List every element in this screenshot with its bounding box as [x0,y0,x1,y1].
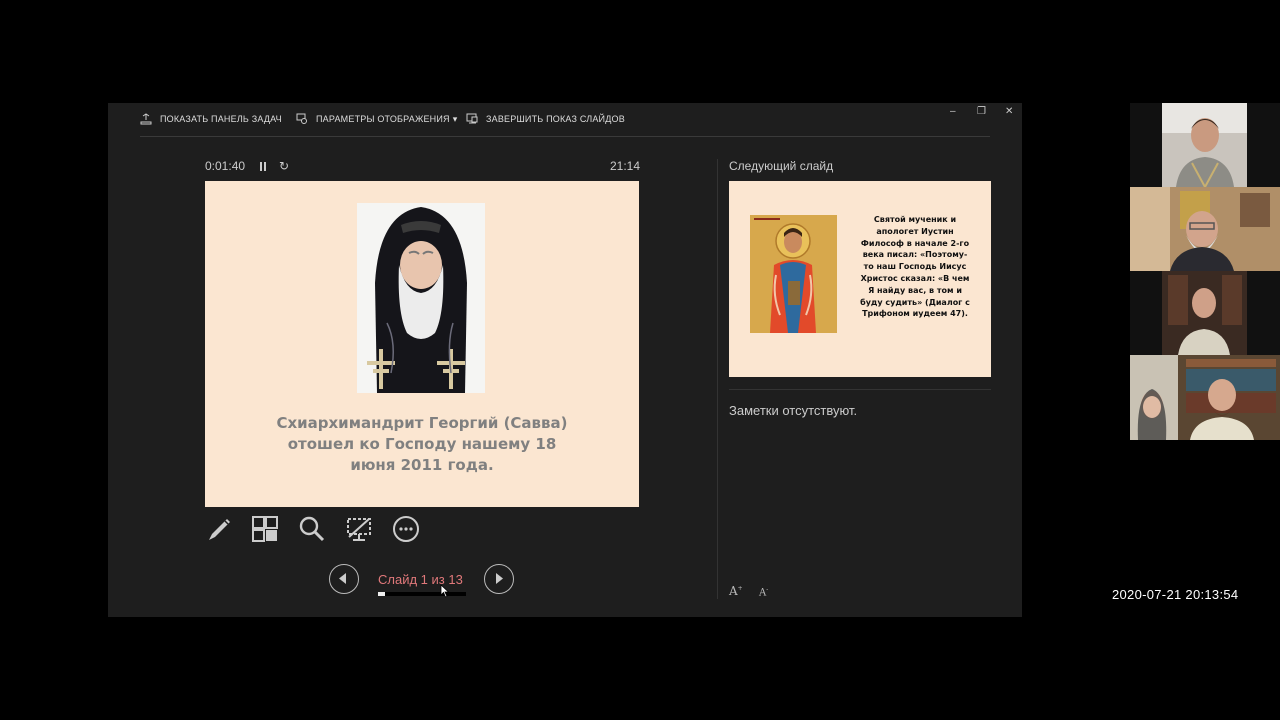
slide-caption: Схиархимандрит Георгий (Савва) отошел ко… [245,413,599,476]
pane-divider[interactable] [717,159,718,599]
saint-icon-image [750,215,837,333]
participant-video-tile[interactable] [1130,187,1280,271]
next-slide-text: Святой мученик и апологет Иустин Философ… [851,214,979,320]
monk-portrait-image [357,203,485,393]
slide-progress-bar [378,592,466,596]
pause-icon[interactable] [260,162,266,171]
next-slide-button[interactable] [484,564,514,594]
next-slide-text-line: Философ в начале 2-го [860,238,970,248]
toolbar-divider [140,136,990,137]
next-slide-text-line: апологет Иустин [876,226,954,236]
slide-counter[interactable]: Слайд 1 из 13 [378,572,463,587]
more-options-icon[interactable] [392,515,420,543]
taskbar-icon [140,113,152,125]
next-slide-text-line: века писал: «Поэтому- [862,250,968,260]
presenter-toolbar: ПОКАЗАТЬ ПАНЕЛЬ ЗАДАЧ ПАРАМЕТРЫ ОТОБРАЖЕ… [108,103,1022,137]
slide-caption-line: отошел ко Господу нашему 18 [287,435,557,453]
next-slide-text-line: Христос сказал: «В чем [860,273,970,283]
screen-off-icon[interactable] [345,515,373,543]
next-slide-text-line: Я найду вас, в том и [868,285,962,295]
increase-font-icon: A [729,584,738,598]
recording-timestamp: 2020-07-21 20:13:54 [1112,587,1239,602]
display-settings-label: ПАРАМЕТРЫ ОТОБРАЖЕНИЯ [316,114,450,124]
close-button[interactable]: ✕ [1005,106,1014,117]
show-taskbar-label: ПОКАЗАТЬ ПАНЕЛЬ ЗАДАЧ [160,114,282,124]
display-settings-icon [296,113,307,124]
decrease-font-button[interactable]: A- [759,586,768,598]
all-slides-icon[interactable] [251,515,279,543]
participant-video-tile[interactable] [1162,271,1247,355]
next-slide-text-line: буду судить» (Диалог с [860,297,970,307]
elapsed-timer: 0:01:40 [205,159,246,173]
mouse-cursor-icon [440,584,450,598]
minimize-button[interactable]: – [950,106,956,117]
zoom-icon[interactable] [298,515,326,543]
pen-icon[interactable] [205,515,233,543]
notes-divider [729,389,991,390]
end-slideshow-button[interactable]: ЗАВЕРШИТЬ ПОКАЗ СЛАЙДОВ [466,113,625,125]
participant-video-image [1130,187,1280,271]
slide-progress-fill [378,592,385,596]
previous-slide-button[interactable] [329,564,359,594]
display-settings-button[interactable]: ПАРАМЕТРЫ ОТОБРАЖЕНИЯ ▾ [296,113,457,125]
restore-button[interactable]: ❐ [977,106,986,117]
video-participants-panel [1130,103,1280,440]
reset-timer-icon[interactable]: ↻ [279,159,289,173]
participant-video-tile[interactable] [1162,103,1247,187]
next-slide-text-line: Трифоном иудеем 47). [862,309,968,319]
end-slideshow-icon [466,113,478,124]
slide-caption-line: июня 2011 года. [350,456,494,474]
arrow-right-icon [496,573,503,584]
next-slide-label: Следующий слайд [729,159,834,173]
show-taskbar-button[interactable]: ПОКАЗАТЬ ПАНЕЛЬ ЗАДАЧ [140,113,282,125]
arrow-left-icon [339,573,346,584]
presenter-view: ПОКАЗАТЬ ПАНЕЛЬ ЗАДАЧ ПАРАМЕТРЫ ОТОБРАЖЕ… [108,103,1022,617]
chevron-down-icon: ▾ [452,113,458,124]
speaker-notes[interactable]: Заметки отсутствуют. [729,403,857,418]
slide-caption-line: Схиархимандрит Георгий (Савва) [276,414,568,432]
increase-font-button[interactable]: A+ [729,584,743,598]
next-slide-text-line: то наш Господь Иисус [863,262,967,272]
next-slide-text-line: Святой мученик и [873,215,957,224]
next-slide-preview[interactable]: Святой мученик и апологет Иустин Философ… [729,181,991,377]
participant-video-tile[interactable] [1130,355,1280,440]
participant-video-image [1130,355,1280,440]
clock: 21:14 [610,159,641,173]
participant-video-image [1162,271,1247,355]
current-slide[interactable]: Схиархимандрит Георгий (Савва) отошел ко… [205,181,639,507]
end-slideshow-label: ЗАВЕРШИТЬ ПОКАЗ СЛАЙДОВ [486,114,625,124]
participant-video-image [1162,103,1247,187]
